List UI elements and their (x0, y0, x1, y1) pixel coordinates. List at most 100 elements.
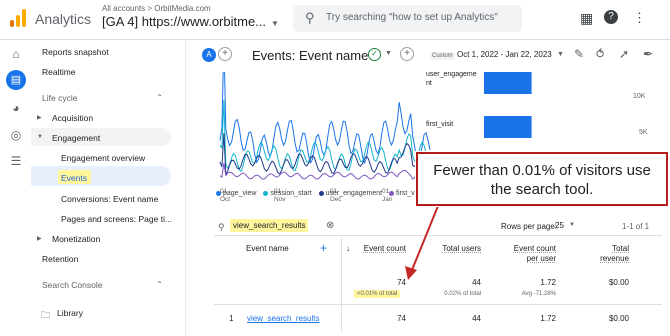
legend-label: page_view (223, 190, 257, 197)
advertising-icon[interactable]: ◎ (8, 127, 24, 143)
col-event-count-per-user[interactable]: Event count (506, 244, 556, 253)
clear-filter-icon[interactable]: ⊗ (326, 220, 334, 231)
col-total-revenue[interactable]: Total (579, 244, 629, 253)
check-circle-icon[interactable]: ✓ (368, 48, 381, 61)
share-icon[interactable]: ⥀ (596, 47, 604, 61)
annotation-callout: Fewer than 0.01% of visitors use the sea… (416, 152, 668, 206)
search-icon: ⚲ (218, 222, 225, 232)
row-event-count: 74 (397, 314, 406, 323)
col-event-count-per-user-2[interactable]: per user (506, 254, 556, 263)
home-icon[interactable]: ⌂ (8, 46, 24, 62)
row-event-name-link[interactable]: view_search_results (247, 314, 319, 323)
total-users: 44 (472, 278, 481, 287)
nav-section-life-cycle[interactable]: Life cycle (42, 93, 77, 103)
pencil-icon[interactable]: ✒ (643, 47, 653, 61)
col-event-name[interactable]: Event name (246, 244, 289, 253)
row-revenue: $0.00 (608, 314, 629, 323)
custom-label: Custom (430, 52, 455, 60)
search-input[interactable]: Try searching "how to set up Analytics" (326, 12, 498, 23)
nav-engagement-overview[interactable]: Engagement overview (61, 153, 145, 163)
more-vert-icon[interactable]: ⋮ (633, 10, 646, 26)
chevron-down-icon[interactable]: ▼ (271, 19, 279, 28)
chevron-up-icon[interactable]: ⌃ (156, 93, 163, 102)
nav-realtime[interactable]: Realtime (42, 67, 76, 77)
chevron-down-icon[interactable]: ▼ (569, 222, 575, 228)
pagination-info: 1-1 of 1 (622, 222, 650, 231)
top-bar: Analytics All accounts > OrbitMedia.com … (0, 0, 670, 40)
bar-label: nt (426, 80, 432, 87)
rows-per-page-label: Rows per page: (501, 222, 558, 231)
row-total-users: 44 (472, 314, 481, 323)
sort-arrow-icon[interactable]: ↓ (346, 244, 350, 253)
nav-pages-screens[interactable]: Pages and screens: Page ti... (61, 214, 172, 224)
total-event-count-pct: <0.01% of total (354, 290, 401, 298)
legend-item[interactable]: first_vi (389, 190, 416, 197)
x-tick-label: Jan (382, 196, 393, 203)
x-tick-label: Dec (330, 196, 342, 203)
row-index: 1 (229, 314, 234, 323)
account-breadcrumb[interactable]: All accounts > OrbitMedia.com (102, 4, 211, 13)
legend-item[interactable]: page_view (216, 190, 256, 197)
callout-line-2: the search tool. (490, 181, 594, 198)
nav-selected-bg (31, 166, 171, 186)
help-icon[interactable]: ? (604, 10, 618, 24)
collapse-arrow-icon[interactable]: ▼ (37, 134, 43, 140)
legend-label: session_start (270, 190, 312, 197)
table-filter-input[interactable]: view_search_results (230, 219, 309, 232)
configure-icon[interactable]: ☰ (8, 153, 24, 169)
total-revenue: $0.00 (608, 278, 629, 287)
property-selector[interactable]: [GA 4] https://www.orbitme... (102, 14, 266, 29)
chevron-up-icon[interactable]: ⌃ (156, 280, 163, 289)
column-divider (341, 238, 342, 332)
add-comparison-button[interactable]: + (218, 47, 232, 61)
folder-icon: 🗀 (41, 310, 51, 320)
legend-label: user_engagement (325, 190, 383, 197)
legend-item[interactable]: session_start (263, 190, 312, 197)
reports-nav: Reports snapshot Realtime Life cycle ⌃ ▶… (31, 40, 186, 336)
y-tick-label: 10K (633, 93, 646, 100)
bar-label: user_engageme (426, 72, 477, 78)
chevron-down-icon[interactable]: ▼ (557, 51, 564, 58)
legend-item[interactable]: user_engagement (318, 190, 383, 197)
nav-engagement[interactable]: Engagement (52, 133, 100, 143)
total-users-pct: 0.02% of total (444, 291, 481, 297)
rows-per-page-select[interactable]: 25 (555, 221, 564, 230)
nav-section-search-console[interactable]: Search Console (42, 280, 102, 290)
total-per-user-avg: Avg -71.28% (521, 291, 556, 297)
add-dimension-icon[interactable]: + (320, 241, 327, 255)
search-icon: ⚲ (305, 10, 315, 25)
nav-library[interactable]: Library (57, 308, 83, 318)
series-line (219, 163, 431, 180)
expand-arrow-icon[interactable]: ▶ (37, 114, 42, 121)
bar (484, 72, 532, 94)
expand-arrow-icon[interactable]: ▶ (37, 235, 42, 242)
nav-reports-snapshot[interactable]: Reports snapshot (42, 47, 109, 57)
nav-retention[interactable]: Retention (42, 254, 78, 264)
nav-conversions[interactable]: Conversions: Event name (61, 194, 158, 204)
y-tick-label: 5K (639, 129, 648, 136)
x-tick-label: Nov (274, 196, 286, 203)
callout-line-1: Fewer than 0.01% of visitors use (433, 162, 651, 179)
bar (484, 116, 532, 138)
apps-grid-icon[interactable]: ▦ (580, 10, 593, 27)
col-event-count[interactable]: Event count (356, 244, 406, 253)
col-total-users[interactable]: Total users (431, 244, 481, 253)
col-total-revenue-2[interactable]: revenue (579, 254, 629, 263)
chevron-down-icon[interactable]: ▼ (385, 50, 392, 57)
nav-acquisition[interactable]: Acquisition (52, 113, 93, 123)
add-button[interactable]: + (400, 47, 414, 61)
search-box[interactable]: ⚲ Try searching "how to set up Analytics… (293, 5, 522, 32)
table-toolbar: ⚲ view_search_results ⊗ Rows per page: 2… (214, 218, 662, 236)
bar-label: first_visit (426, 121, 453, 128)
chart-legend: page_view session_start user_engagement … (216, 190, 421, 197)
edit-report-icon[interactable]: ✎ (574, 47, 584, 61)
date-range-picker[interactable]: Oct 1, 2022 - Jan 22, 2023 (457, 50, 552, 59)
insights-icon[interactable]: ➚ (619, 47, 629, 61)
x-tick-label: Oct (220, 196, 230, 203)
explore-icon[interactable]: ◕ (8, 100, 24, 116)
nav-monetization[interactable]: Monetization (52, 234, 100, 244)
analytics-logo-icon (10, 9, 28, 27)
reports-icon[interactable]: ▤ (6, 70, 26, 90)
comparison-avatar[interactable]: A (202, 48, 216, 62)
nav-events[interactable]: Events (61, 173, 87, 183)
